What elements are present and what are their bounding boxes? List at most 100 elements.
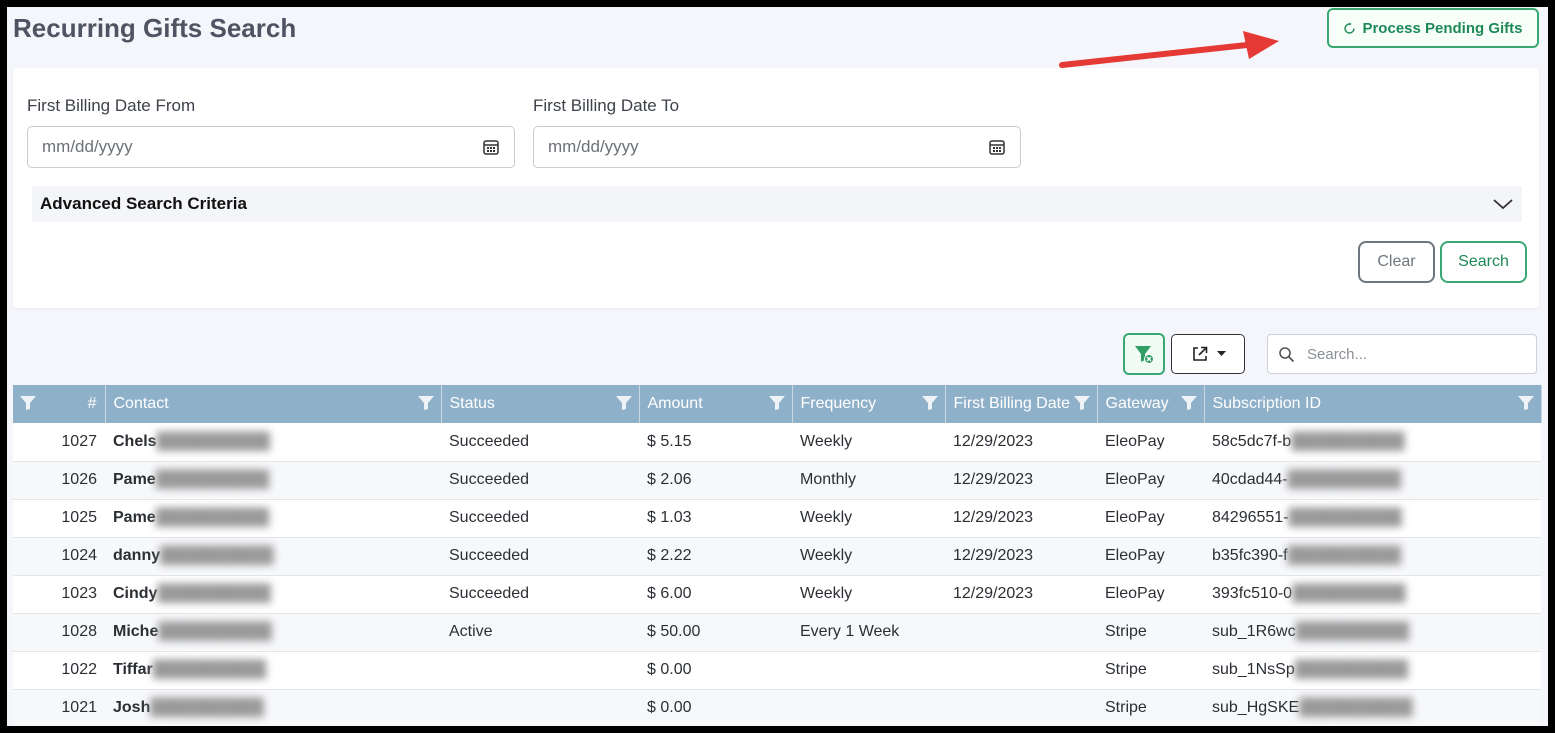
filter-icon[interactable]: [1517, 395, 1535, 411]
first-billing-date-cell: 12/29/2023: [945, 461, 1097, 500]
gateway-cell-text: EleoPay: [1105, 432, 1165, 450]
subscription-id-cell: 84296551-██████████: [1204, 499, 1541, 538]
table-row[interactable]: 1022 Tiffar██████████ $ 0.00 Stripe sub_1NsS…: [13, 651, 1541, 690]
table-row[interactable]: 1028 Miche██████████ Active $ 50.00 Every 1 …: [13, 613, 1541, 652]
contact-name-text: Miche: [113, 623, 159, 640]
column-header-status[interactable]: Status: [441, 385, 640, 423]
table-row[interactable]: 1025 Pame██████████ Succeeded $ 1.03 Weekly 1…: [13, 499, 1541, 538]
calendar-icon[interactable]: [482, 138, 500, 156]
first-billing-from-input[interactable]: mm/dd/yyyy: [27, 126, 515, 168]
column-header-frequency[interactable]: Frequency: [792, 385, 946, 423]
contact-name: Tiffar██████████: [105, 651, 441, 690]
redacted-text: ██████████: [1294, 661, 1409, 678]
amount-cell: $ 1.03: [639, 499, 792, 538]
gateway-cell-text: EleoPay: [1105, 471, 1165, 488]
redacted-text: ██████████: [157, 585, 271, 602]
grid-search-box[interactable]: [1267, 334, 1537, 374]
table-row[interactable]: 1026 Pame██████████ Succeeded $ 2.06 Monthly…: [13, 461, 1541, 500]
column-header-amount[interactable]: Amount: [639, 385, 793, 423]
status-cell-text: Active: [449, 623, 493, 640]
first-billing-to-input[interactable]: mm/dd/yyyy: [533, 126, 1021, 168]
table-row[interactable]: 1023 Cindy██████████ Succeeded $ 6.00 Weekly…: [13, 575, 1541, 614]
amount-cell: $ 0.00: [639, 651, 792, 690]
gateway-cell-text: Stripe: [1105, 661, 1147, 678]
frequency-cell-text: Weekly: [800, 585, 853, 602]
redacted-text: ██████████: [155, 471, 270, 488]
row-number-text: 1027: [61, 432, 97, 450]
amount-cell: $ 6.00: [639, 575, 792, 614]
amount-cell: $ 2.06: [639, 461, 792, 500]
refresh-icon: [1344, 21, 1356, 34]
column-header-label: First Billing Date: [953, 395, 1070, 412]
status-cell-text: Succeeded: [449, 509, 530, 526]
first-billing-date-cell: [945, 613, 1097, 652]
filter-icon[interactable]: [768, 395, 786, 411]
table-row[interactable]: 1027 Chels██████████ Succeeded $ 5.15 Weekly…: [13, 423, 1541, 462]
frequency-cell: Weekly: [792, 575, 945, 614]
gateway-cell-text: Stripe: [1105, 623, 1147, 640]
filter-icon[interactable]: [417, 395, 435, 411]
process-pending-gifts-button[interactable]: Process Pending Gifts: [1327, 8, 1539, 48]
row-number: 1028: [13, 613, 105, 652]
table-body: 1027 Chels██████████ Succeeded $ 5.15 Weekly…: [13, 423, 1541, 726]
contact-name-text: Pame: [113, 509, 156, 526]
column-header-label: Gateway: [1105, 395, 1169, 412]
page-title: Recurring Gifts Search: [13, 13, 297, 43]
column-header-label: Status: [449, 395, 495, 412]
table-row[interactable]: 1024 danny██████████ Succeeded $ 2.22 Weekly…: [13, 537, 1541, 576]
contact-name: Pame██████████: [105, 461, 441, 500]
calendar-icon[interactable]: [988, 138, 1006, 156]
subscription-id-cell: 393fc510-0██████████: [1204, 575, 1541, 614]
app-frame: Recurring Gifts Search Process Pending G…: [7, 7, 1548, 726]
amount-cell: $ 2.22: [639, 537, 792, 576]
filter-icon[interactable]: [1180, 395, 1198, 411]
amount-cell-text: $ 2.06: [647, 471, 692, 488]
gateway-cell-text: EleoPay: [1105, 509, 1165, 526]
amount-cell-text: $ 0.00: [647, 699, 692, 716]
advanced-search-toggle[interactable]: Advanced Search Criteria: [32, 186, 1522, 222]
status-cell: Succeeded: [441, 499, 639, 538]
gateway-cell: EleoPay: [1097, 461, 1204, 500]
column-header-subscription-id[interactable]: Subscription ID: [1204, 385, 1542, 423]
subscription-id-cell: 40cdad44-██████████: [1204, 461, 1541, 500]
redacted-text: ██████████: [160, 547, 274, 564]
subscription-id-cell: sub_HgSKE██████████: [1204, 689, 1541, 726]
filter-icon[interactable]: [19, 395, 37, 411]
column-header-num[interactable]: #: [13, 385, 106, 423]
frequency-cell: Weekly: [792, 537, 945, 576]
row-number: 1024: [13, 537, 105, 576]
column-header-contact[interactable]: Contact: [105, 385, 442, 423]
table-row[interactable]: 1021 Josh██████████ $ 0.00 Stripe sub_HgSKE█…: [13, 689, 1541, 726]
filter-icon[interactable]: [921, 395, 939, 411]
search-button[interactable]: Search: [1440, 241, 1527, 283]
subscription-id-cell-text: sub_HgSKE: [1212, 699, 1300, 716]
gateway-cell: Stripe: [1097, 651, 1204, 690]
row-number: 1025: [13, 499, 105, 538]
column-header-first-billing-date[interactable]: First Billing Date: [945, 385, 1098, 423]
gateway-cell-text: Stripe: [1105, 699, 1147, 716]
frequency-cell: Weekly: [792, 423, 945, 462]
filter-icon[interactable]: [615, 395, 633, 411]
contact-name: Josh██████████: [105, 689, 441, 726]
first-billing-to-placeholder: mm/dd/yyyy: [548, 137, 639, 156]
column-header-gateway[interactable]: Gateway: [1097, 385, 1205, 423]
redacted-text: ██████████: [1292, 585, 1406, 602]
amount-cell-text: $ 1.03: [647, 509, 692, 526]
subscription-id-cell-text: sub_1NsSp: [1212, 661, 1295, 678]
status-cell-text: Succeeded: [449, 585, 530, 602]
redacted-text: ██████████: [150, 699, 264, 716]
first-billing-from-label: First Billing Date From: [27, 96, 196, 115]
contact-name-text: danny: [113, 547, 161, 564]
filter-icon[interactable]: [1073, 395, 1091, 411]
redacted-text: ██████████: [1287, 471, 1401, 488]
amount-cell-text: $ 6.00: [647, 585, 692, 602]
subscription-id-cell: 58c5dc7f-b██████████: [1204, 423, 1541, 462]
export-dropdown-button[interactable]: [1171, 334, 1245, 374]
grid-search-input[interactable]: [1305, 344, 1509, 364]
status-cell-text: Succeeded: [449, 471, 530, 488]
clear-filters-button[interactable]: [1123, 333, 1165, 375]
clear-button[interactable]: Clear: [1358, 241, 1435, 283]
frequency-cell-text: Monthly: [800, 471, 857, 488]
status-cell-text: Succeeded: [449, 432, 530, 450]
redacted-text: ██████████: [1288, 509, 1402, 526]
